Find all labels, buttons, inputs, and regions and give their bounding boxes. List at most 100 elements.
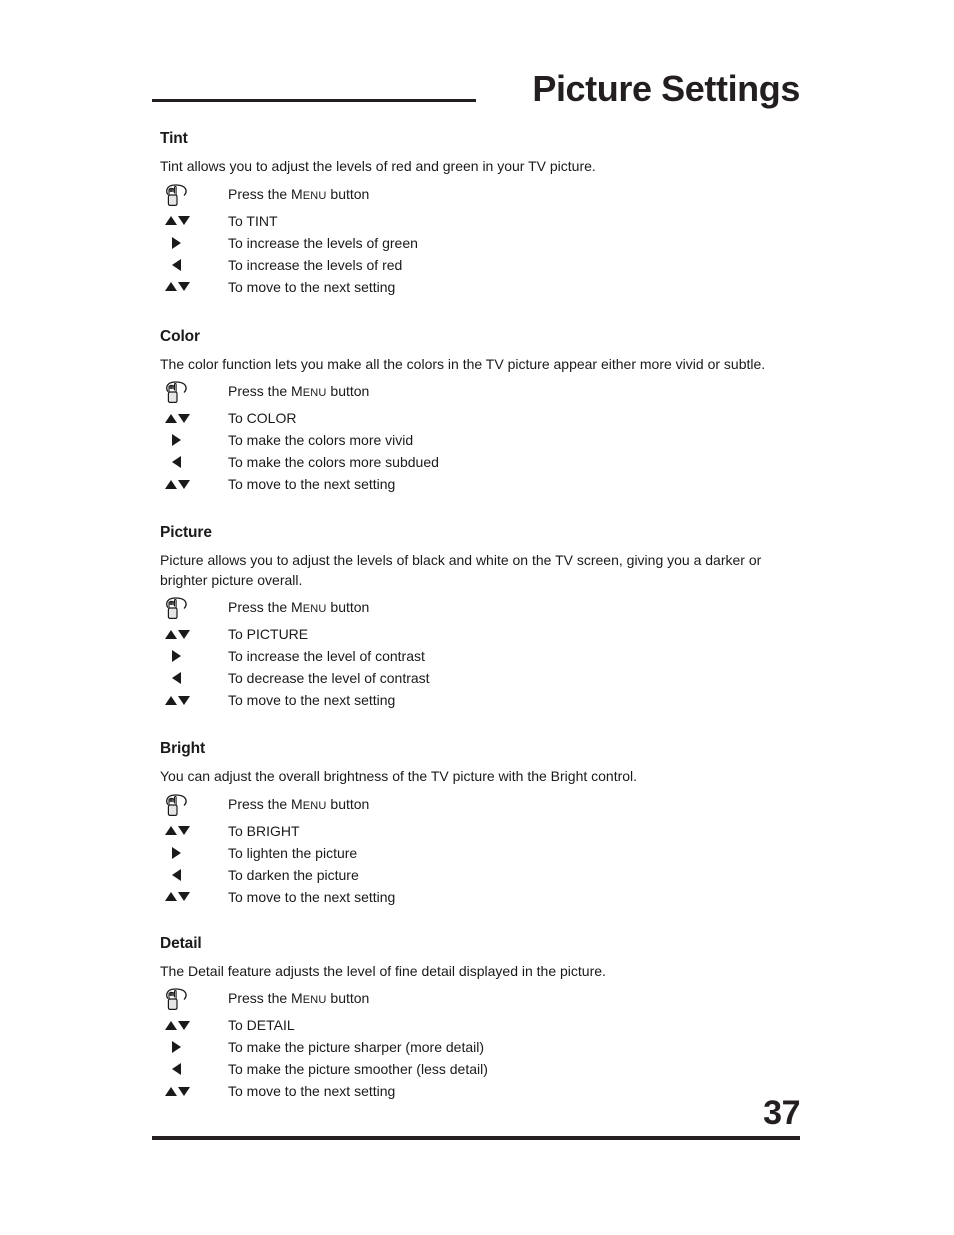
- step-icon-cell: [160, 842, 228, 864]
- step-row: Press the MENU button: [160, 380, 808, 407]
- step-icon-cell: [160, 864, 228, 886]
- up-arrow-icon: [165, 629, 177, 639]
- step-row: To make the colors more vivid: [160, 429, 808, 451]
- step-icon-cell: [160, 210, 228, 232]
- footer-rule: [152, 1136, 800, 1140]
- step-icon-cell: [160, 1036, 228, 1058]
- step-row: To increase the levels of green: [160, 232, 808, 254]
- step-row: To PICTURE: [160, 623, 808, 645]
- right-arrow-glyph: [172, 434, 181, 446]
- up-arrow-icon: [165, 892, 177, 901]
- section-heading: Tint: [160, 130, 188, 147]
- step-label: To make the colors more subdued: [228, 454, 439, 470]
- right-arrow-glyph: [172, 1041, 181, 1053]
- step-row: To lighten the picture: [160, 842, 808, 864]
- section-description: Tint allows you to adjust the levels of …: [160, 158, 596, 174]
- up-down-arrow-icon: [165, 892, 190, 901]
- down-arrow-icon: [178, 413, 190, 423]
- step-label: Press the MENU button: [228, 383, 370, 399]
- step-label: To move to the next setting: [228, 278, 396, 295]
- step-icon-cell: [160, 254, 228, 276]
- section-picture: Picture Picture allows you to adjust the …: [160, 524, 808, 711]
- right-arrow-icon: [172, 846, 181, 859]
- step-label: To COLOR: [228, 410, 297, 426]
- section-description: The Detail feature adjusts the level of …: [160, 962, 606, 979]
- up-arrow-icon: [165, 479, 177, 489]
- right-arrow-icon: [172, 1041, 181, 1053]
- up-down-arrow-icon: [165, 1020, 190, 1030]
- step-icon-cell: [160, 886, 228, 908]
- up-arrow-icon: [165, 216, 177, 225]
- section-heading: Picture: [160, 524, 212, 541]
- header-rule: [152, 99, 476, 102]
- step-row: Press the MENU button: [160, 596, 808, 623]
- sections-container: Tint Tint allows you to adjust the levels…: [160, 130, 808, 1102]
- step-label: To DETAIL: [228, 1017, 295, 1033]
- left-arrow-glyph: [172, 868, 181, 881]
- right-arrow-glyph: [172, 650, 181, 662]
- section-heading: Bright: [160, 740, 206, 757]
- step-icon-cell: [160, 232, 228, 254]
- step-label: To make the colors more vivid: [228, 432, 414, 448]
- step-icon-cell: [160, 380, 228, 407]
- up-down-arrow-icon: [165, 629, 190, 639]
- section-tint: Tint Tint allows you to adjust the levels…: [160, 130, 808, 298]
- section-bright: Bright You can adjust the overall brightn…: [160, 740, 808, 908]
- step-row: Press the MENU button: [160, 793, 808, 820]
- up-down-arrow-icon: [165, 695, 190, 705]
- step-label: To darken the picture: [228, 866, 359, 883]
- step-icon-cell: [160, 820, 228, 842]
- step-row: To move to the next setting: [160, 473, 808, 495]
- step-label: Press the MENU button: [228, 185, 370, 202]
- step-icon-cell: [160, 689, 228, 711]
- step-icon-cell: [160, 793, 228, 820]
- up-arrow-icon: [165, 695, 177, 705]
- step-row: To increase the level of contrast: [160, 645, 808, 667]
- step-row: To TINT: [160, 210, 808, 232]
- left-arrow-icon: [172, 456, 181, 468]
- step-list: Press the MENU button To DETAIL To make th…: [160, 987, 808, 1102]
- up-arrow-icon: [165, 826, 177, 835]
- step-row: To decrease the level of contrast: [160, 667, 808, 689]
- step-row: To move to the next setting: [160, 276, 808, 298]
- step-label: To move to the next setting: [228, 476, 396, 492]
- section-description: Picture allows you to adjust the levels …: [160, 552, 762, 588]
- down-arrow-icon: [178, 216, 190, 225]
- step-label: To move to the next setting: [228, 888, 396, 905]
- page-number: 37: [763, 1094, 800, 1132]
- step-icon-cell: [160, 407, 228, 429]
- step-icon-cell: [160, 1058, 228, 1080]
- down-arrow-icon: [178, 479, 190, 489]
- step-label: Press the MENU button: [228, 599, 370, 615]
- step-row: To move to the next setting: [160, 689, 808, 711]
- step-icon-cell: [160, 987, 228, 1014]
- left-arrow-icon: [172, 1063, 181, 1075]
- step-icon-cell: [160, 183, 228, 210]
- section-color: Color The color function lets you make al…: [160, 328, 808, 496]
- up-arrow-icon: [165, 413, 177, 423]
- section-description: You can adjust the overall brightness of…: [160, 768, 638, 784]
- down-arrow-icon: [178, 892, 190, 901]
- step-row: Press the MENU button: [160, 183, 808, 210]
- step-icon-cell: [160, 429, 228, 451]
- step-row: To BRIGHT: [160, 820, 808, 842]
- step-row: To darken the picture: [160, 864, 808, 886]
- step-icon-cell: [160, 645, 228, 667]
- step-label: To PICTURE: [228, 626, 309, 642]
- page-header: Picture Settings: [152, 68, 800, 126]
- left-arrow-icon: [172, 868, 181, 881]
- step-label: Press the MENU button: [228, 795, 370, 812]
- up-down-arrow-icon: [165, 216, 190, 225]
- down-arrow-icon: [178, 1020, 190, 1030]
- left-arrow-glyph: [172, 258, 181, 271]
- step-row: To COLOR: [160, 407, 808, 429]
- section-description: The color function lets you make all the…: [160, 355, 766, 372]
- step-label: To increase the levels of green: [228, 234, 418, 251]
- step-row: To make the picture sharper (more detail…: [160, 1036, 808, 1058]
- step-label: To BRIGHT: [228, 822, 300, 839]
- step-row: To move to the next setting: [160, 886, 808, 908]
- section-detail: Detail The Detail feature adjusts the lev…: [160, 935, 808, 1103]
- step-label: To TINT: [228, 212, 278, 229]
- step-label: To lighten the picture: [228, 844, 358, 861]
- down-arrow-icon: [178, 282, 190, 291]
